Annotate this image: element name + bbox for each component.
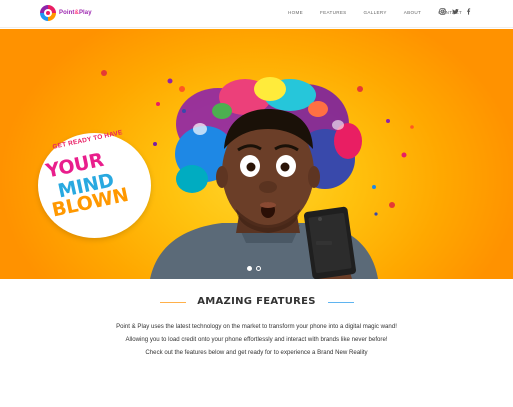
hero-banner: GET READY TO HAVE YOUR MIND BLOWN [0,29,513,279]
nav-about[interactable]: ABOUT [404,9,421,16]
site-header: Point&Play HOME FEATURES GALLERY ABOUT C… [0,0,513,28]
twitter-icon[interactable] [452,8,459,15]
features-description-line: Allowing you to load credit onto your ph… [125,336,388,343]
features-description-line: Point & Play uses the latest technology … [116,323,397,330]
social-links [439,8,472,15]
logo-text: Point&Play [59,10,92,16]
nav-home[interactable]: HOME [288,9,303,16]
title-rule-right [328,302,354,303]
logo[interactable]: Point&Play [40,4,92,22]
facebook-icon[interactable] [465,8,472,15]
slider-dot-2[interactable] [256,266,261,271]
instagram-icon[interactable] [439,8,446,15]
features-description-line: Check out the features below and get rea… [145,349,368,356]
nav-gallery[interactable]: GALLERY [364,9,387,16]
features-section: AMAZING FEATURES Point & Play uses the l… [0,280,513,407]
features-title: AMAZING FEATURES [197,296,316,307]
slider-pagination [247,266,261,271]
logo-mark-icon [40,5,56,21]
nav-features[interactable]: FEATURES [320,9,347,16]
slider-dot-1[interactable] [247,266,252,271]
